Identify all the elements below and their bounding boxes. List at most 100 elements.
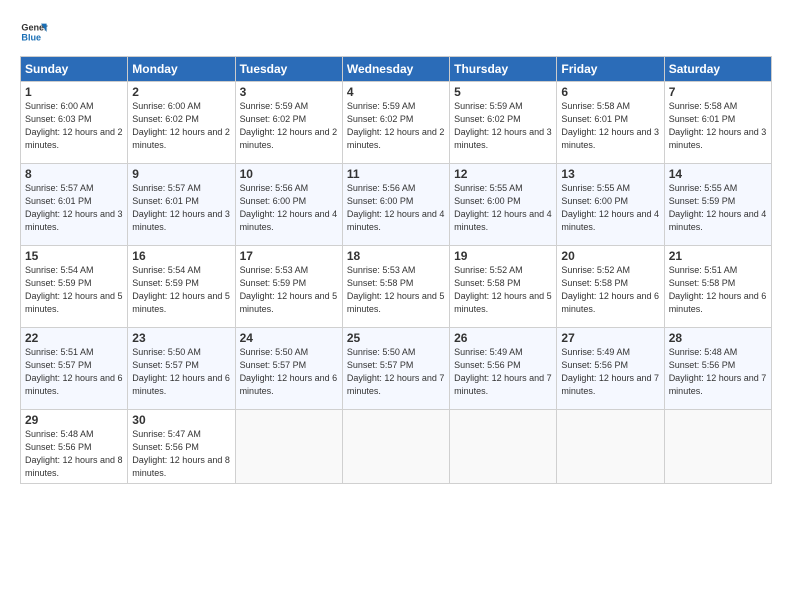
day-number: 13 <box>561 167 659 181</box>
day-number: 20 <box>561 249 659 263</box>
day-number: 16 <box>132 249 230 263</box>
day-number: 5 <box>454 85 552 99</box>
calendar-cell: 26 Sunrise: 5:49 AM Sunset: 5:56 PM Dayl… <box>450 328 557 410</box>
day-detail: Sunrise: 5:56 AM Sunset: 6:00 PM Dayligh… <box>240 182 338 234</box>
day-number: 17 <box>240 249 338 263</box>
day-number: 23 <box>132 331 230 345</box>
day-number: 6 <box>561 85 659 99</box>
day-number: 30 <box>132 413 230 427</box>
calendar-cell: 23 Sunrise: 5:50 AM Sunset: 5:57 PM Dayl… <box>128 328 235 410</box>
calendar-cell: 22 Sunrise: 5:51 AM Sunset: 5:57 PM Dayl… <box>21 328 128 410</box>
day-number: 22 <box>25 331 123 345</box>
day-detail: Sunrise: 5:54 AM Sunset: 5:59 PM Dayligh… <box>132 264 230 316</box>
calendar-cell: 17 Sunrise: 5:53 AM Sunset: 5:59 PM Dayl… <box>235 246 342 328</box>
header-tuesday: Tuesday <box>235 57 342 82</box>
day-detail: Sunrise: 5:47 AM Sunset: 5:56 PM Dayligh… <box>132 428 230 480</box>
calendar-cell: 5 Sunrise: 5:59 AM Sunset: 6:02 PM Dayli… <box>450 82 557 164</box>
day-detail: Sunrise: 5:52 AM Sunset: 5:58 PM Dayligh… <box>561 264 659 316</box>
day-detail: Sunrise: 5:49 AM Sunset: 5:56 PM Dayligh… <box>561 346 659 398</box>
day-number: 18 <box>347 249 445 263</box>
day-detail: Sunrise: 5:54 AM Sunset: 5:59 PM Dayligh… <box>25 264 123 316</box>
calendar-cell: 27 Sunrise: 5:49 AM Sunset: 5:56 PM Dayl… <box>557 328 664 410</box>
day-number: 12 <box>454 167 552 181</box>
calendar-cell: 1 Sunrise: 6:00 AM Sunset: 6:03 PM Dayli… <box>21 82 128 164</box>
logo: General Blue <box>20 18 52 46</box>
day-detail: Sunrise: 5:50 AM Sunset: 5:57 PM Dayligh… <box>132 346 230 398</box>
day-detail: Sunrise: 5:56 AM Sunset: 6:00 PM Dayligh… <box>347 182 445 234</box>
day-detail: Sunrise: 5:59 AM Sunset: 6:02 PM Dayligh… <box>454 100 552 152</box>
day-detail: Sunrise: 5:48 AM Sunset: 5:56 PM Dayligh… <box>669 346 767 398</box>
day-detail: Sunrise: 5:50 AM Sunset: 5:57 PM Dayligh… <box>240 346 338 398</box>
calendar-cell: 12 Sunrise: 5:55 AM Sunset: 6:00 PM Dayl… <box>450 164 557 246</box>
day-number: 8 <box>25 167 123 181</box>
day-number: 24 <box>240 331 338 345</box>
calendar-cell <box>664 410 771 484</box>
calendar-cell: 15 Sunrise: 5:54 AM Sunset: 5:59 PM Dayl… <box>21 246 128 328</box>
header-wednesday: Wednesday <box>342 57 449 82</box>
day-number: 10 <box>240 167 338 181</box>
header-friday: Friday <box>557 57 664 82</box>
day-detail: Sunrise: 5:48 AM Sunset: 5:56 PM Dayligh… <box>25 428 123 480</box>
day-number: 2 <box>132 85 230 99</box>
calendar-cell: 18 Sunrise: 5:53 AM Sunset: 5:58 PM Dayl… <box>342 246 449 328</box>
svg-text:Blue: Blue <box>21 32 41 42</box>
day-number: 3 <box>240 85 338 99</box>
calendar-cell: 6 Sunrise: 5:58 AM Sunset: 6:01 PM Dayli… <box>557 82 664 164</box>
day-detail: Sunrise: 5:53 AM Sunset: 5:59 PM Dayligh… <box>240 264 338 316</box>
day-detail: Sunrise: 5:50 AM Sunset: 5:57 PM Dayligh… <box>347 346 445 398</box>
calendar-cell: 7 Sunrise: 5:58 AM Sunset: 6:01 PM Dayli… <box>664 82 771 164</box>
day-detail: Sunrise: 6:00 AM Sunset: 6:02 PM Dayligh… <box>132 100 230 152</box>
calendar-cell: 16 Sunrise: 5:54 AM Sunset: 5:59 PM Dayl… <box>128 246 235 328</box>
day-detail: Sunrise: 5:51 AM Sunset: 5:57 PM Dayligh… <box>25 346 123 398</box>
day-number: 27 <box>561 331 659 345</box>
day-number: 21 <box>669 249 767 263</box>
header-sunday: Sunday <box>21 57 128 82</box>
calendar-cell: 3 Sunrise: 5:59 AM Sunset: 6:02 PM Dayli… <box>235 82 342 164</box>
day-number: 26 <box>454 331 552 345</box>
day-detail: Sunrise: 5:59 AM Sunset: 6:02 PM Dayligh… <box>240 100 338 152</box>
calendar-table: Sunday Monday Tuesday Wednesday Thursday… <box>20 56 772 484</box>
calendar-cell: 30 Sunrise: 5:47 AM Sunset: 5:56 PM Dayl… <box>128 410 235 484</box>
day-number: 28 <box>669 331 767 345</box>
day-detail: Sunrise: 5:52 AM Sunset: 5:58 PM Dayligh… <box>454 264 552 316</box>
calendar-cell: 4 Sunrise: 5:59 AM Sunset: 6:02 PM Dayli… <box>342 82 449 164</box>
calendar-cell <box>557 410 664 484</box>
day-detail: Sunrise: 5:59 AM Sunset: 6:02 PM Dayligh… <box>347 100 445 152</box>
calendar-cell: 21 Sunrise: 5:51 AM Sunset: 5:58 PM Dayl… <box>664 246 771 328</box>
calendar-cell <box>235 410 342 484</box>
calendar-cell: 24 Sunrise: 5:50 AM Sunset: 5:57 PM Dayl… <box>235 328 342 410</box>
day-number: 15 <box>25 249 123 263</box>
day-detail: Sunrise: 5:58 AM Sunset: 6:01 PM Dayligh… <box>561 100 659 152</box>
day-number: 19 <box>454 249 552 263</box>
calendar-cell: 29 Sunrise: 5:48 AM Sunset: 5:56 PM Dayl… <box>21 410 128 484</box>
calendar-cell <box>450 410 557 484</box>
day-detail: Sunrise: 5:55 AM Sunset: 6:00 PM Dayligh… <box>561 182 659 234</box>
calendar-cell: 14 Sunrise: 5:55 AM Sunset: 5:59 PM Dayl… <box>664 164 771 246</box>
calendar-header-row: Sunday Monday Tuesday Wednesday Thursday… <box>21 57 772 82</box>
day-number: 11 <box>347 167 445 181</box>
calendar-cell: 9 Sunrise: 5:57 AM Sunset: 6:01 PM Dayli… <box>128 164 235 246</box>
calendar-cell: 10 Sunrise: 5:56 AM Sunset: 6:00 PM Dayl… <box>235 164 342 246</box>
day-detail: Sunrise: 5:58 AM Sunset: 6:01 PM Dayligh… <box>669 100 767 152</box>
day-detail: Sunrise: 5:51 AM Sunset: 5:58 PM Dayligh… <box>669 264 767 316</box>
day-detail: Sunrise: 5:55 AM Sunset: 6:00 PM Dayligh… <box>454 182 552 234</box>
day-number: 25 <box>347 331 445 345</box>
calendar-cell: 28 Sunrise: 5:48 AM Sunset: 5:56 PM Dayl… <box>664 328 771 410</box>
calendar-cell: 20 Sunrise: 5:52 AM Sunset: 5:58 PM Dayl… <box>557 246 664 328</box>
calendar-cell: 19 Sunrise: 5:52 AM Sunset: 5:58 PM Dayl… <box>450 246 557 328</box>
header-thursday: Thursday <box>450 57 557 82</box>
day-number: 29 <box>25 413 123 427</box>
day-detail: Sunrise: 5:57 AM Sunset: 6:01 PM Dayligh… <box>132 182 230 234</box>
day-number: 1 <box>25 85 123 99</box>
calendar-cell: 8 Sunrise: 5:57 AM Sunset: 6:01 PM Dayli… <box>21 164 128 246</box>
calendar-cell <box>342 410 449 484</box>
day-detail: Sunrise: 6:00 AM Sunset: 6:03 PM Dayligh… <box>25 100 123 152</box>
header-saturday: Saturday <box>664 57 771 82</box>
logo-icon: General Blue <box>20 18 48 46</box>
day-number: 4 <box>347 85 445 99</box>
day-detail: Sunrise: 5:49 AM Sunset: 5:56 PM Dayligh… <box>454 346 552 398</box>
calendar-cell: 13 Sunrise: 5:55 AM Sunset: 6:00 PM Dayl… <box>557 164 664 246</box>
day-number: 14 <box>669 167 767 181</box>
calendar-cell: 25 Sunrise: 5:50 AM Sunset: 5:57 PM Dayl… <box>342 328 449 410</box>
day-detail: Sunrise: 5:57 AM Sunset: 6:01 PM Dayligh… <box>25 182 123 234</box>
